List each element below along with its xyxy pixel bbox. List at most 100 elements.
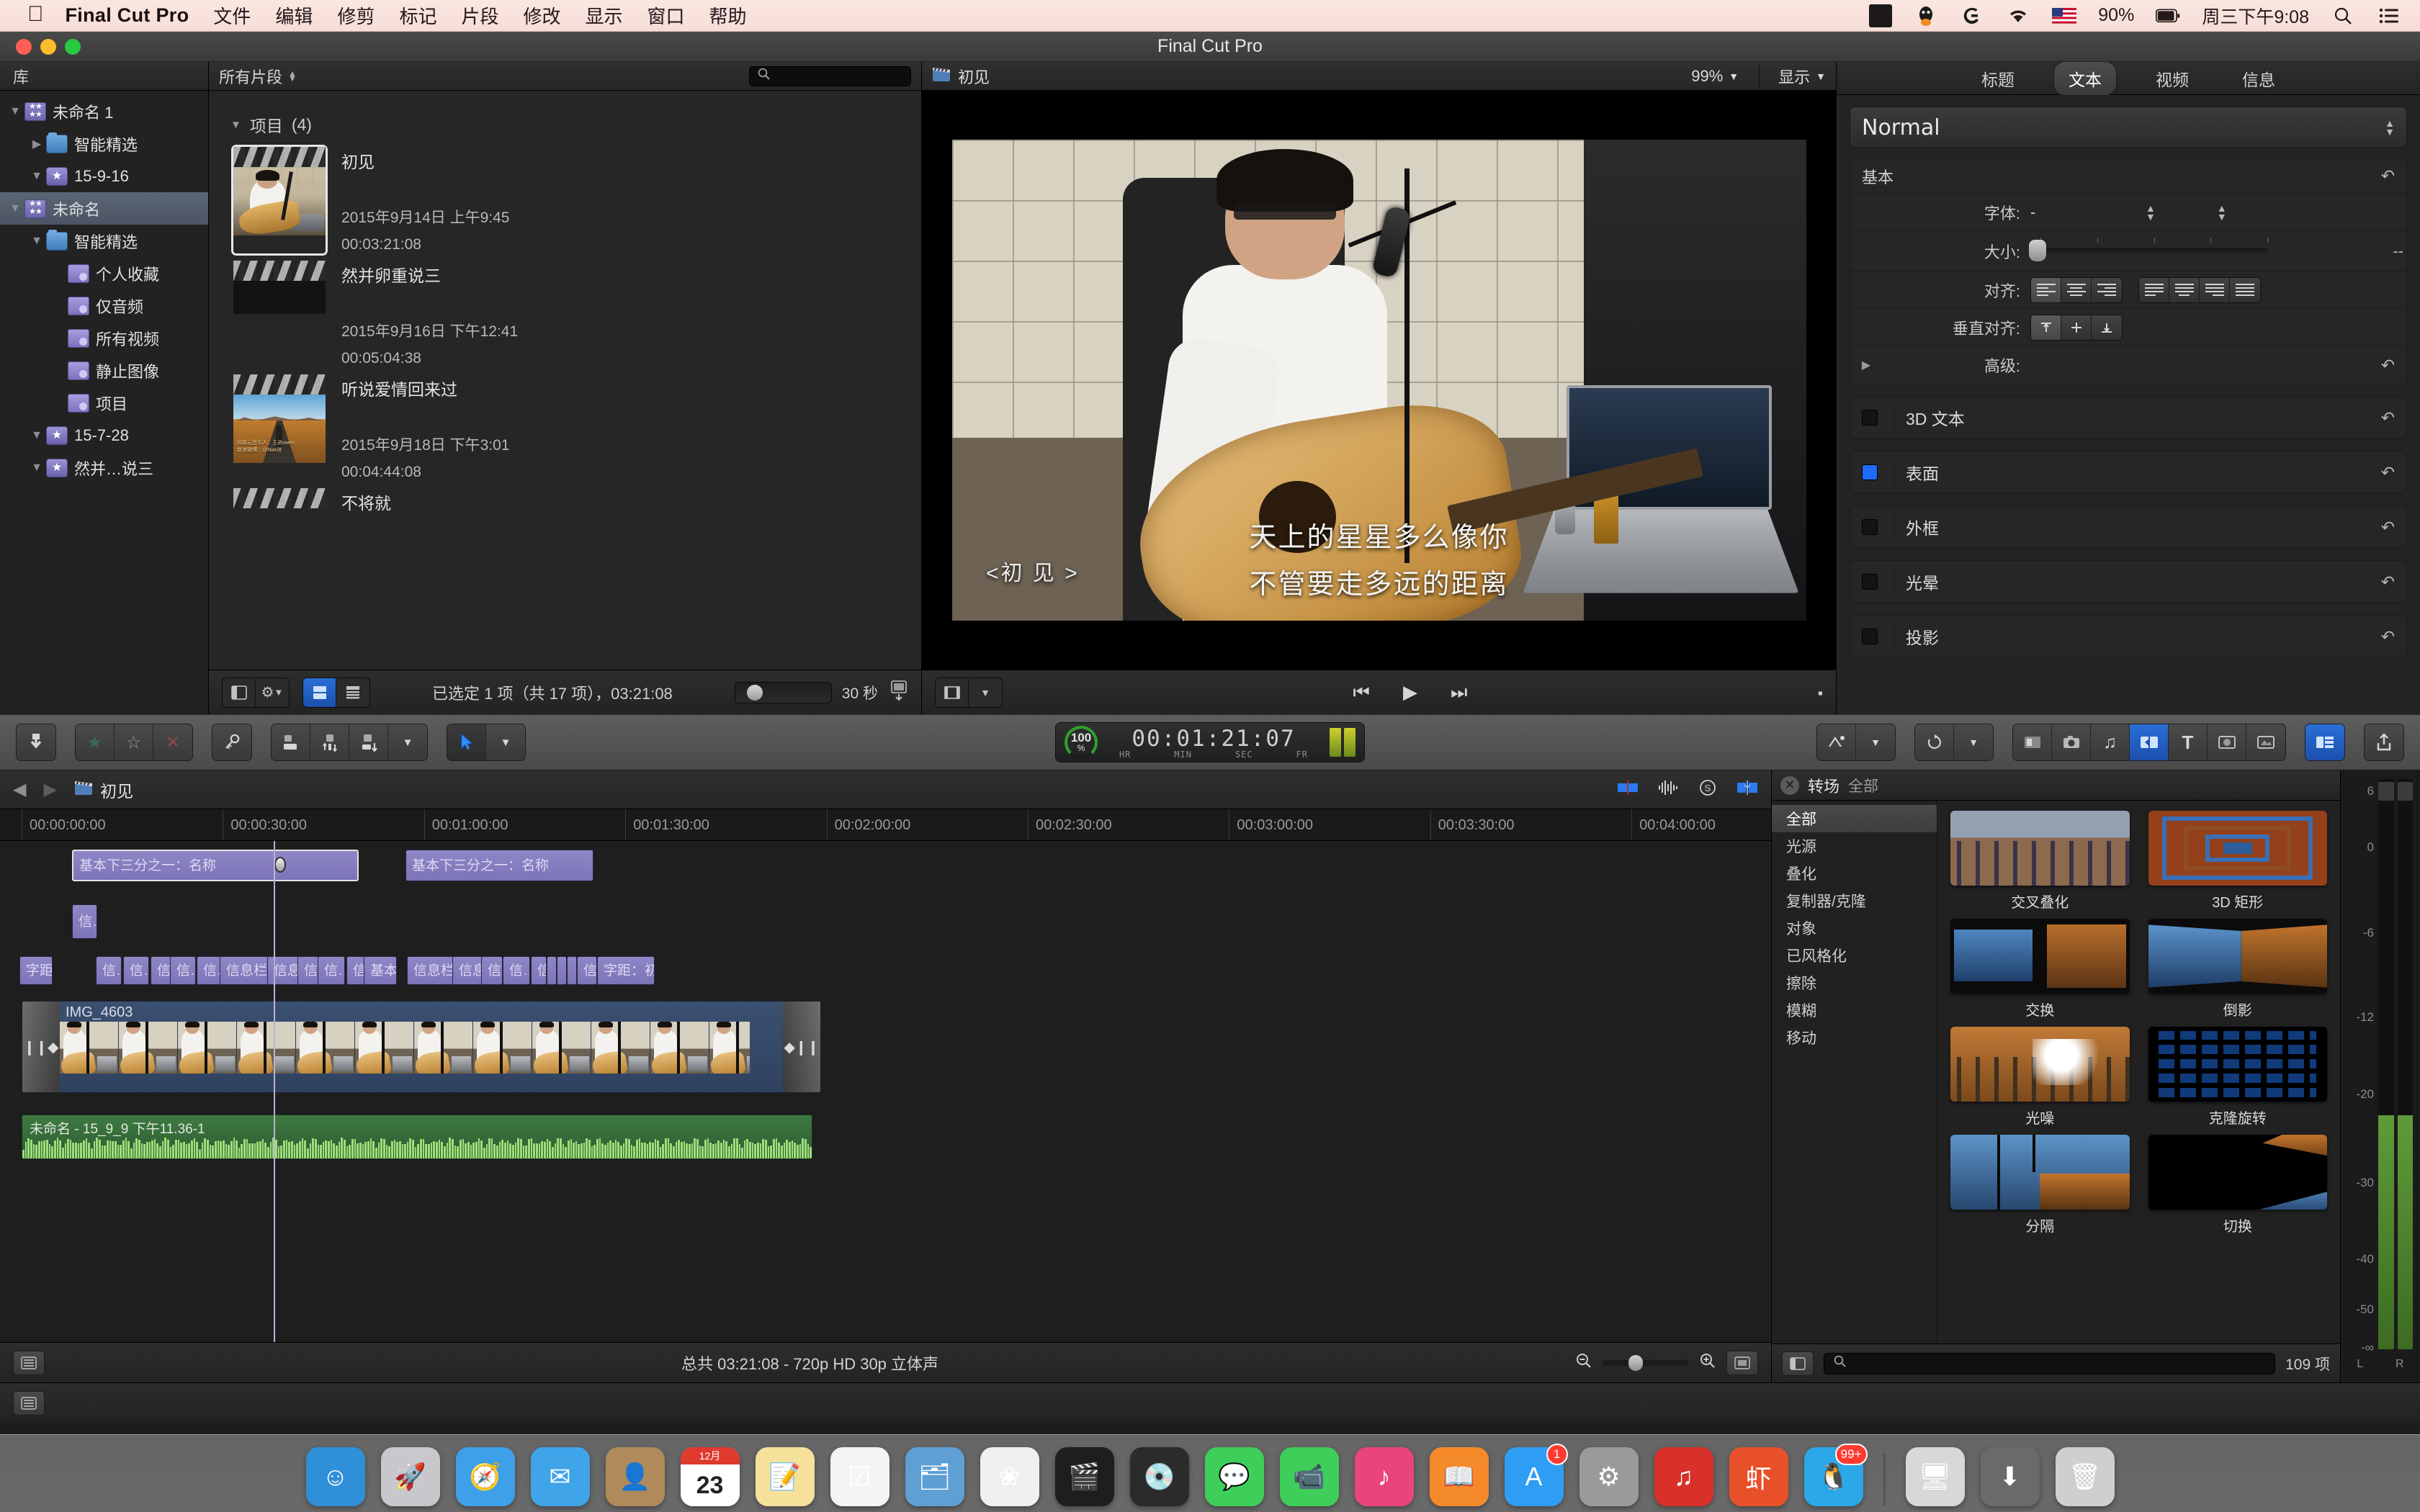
dock-item-downloads[interactable]: ⬇ — [1980, 1447, 2040, 1506]
reset-arrow-icon[interactable]: ↶ — [2381, 518, 2395, 537]
battery-icon[interactable] — [2156, 4, 2180, 28]
clip-thumbnail[interactable]: 网易云音乐人：王进owen 新浪微博：@Niar进 — [233, 374, 326, 481]
filmstrip-view-icon[interactable] — [303, 678, 336, 707]
inspector-tab-1[interactable]: 文本 — [2053, 60, 2117, 96]
forward-arrow-icon[interactable]: ▶ — [43, 779, 56, 800]
libraries-tree[interactable]: ▼ ★★ ★★ 未命名 1 ▶ 智能精选 ▼ ★ 15-9-16 ▼ ★★ ★★ 未命名 ▼ 智能精选 个人收… — [0, 91, 208, 714]
transition-item-3[interactable]: 倒影 — [2148, 919, 2327, 1020]
reset-arrow-icon[interactable]: ↶ — [2381, 572, 2395, 592]
align-left-icon[interactable] — [2031, 277, 2061, 302]
clip-filter-popup[interactable]: 所有片段 ▲ ▼ — [219, 65, 297, 88]
transition-thumbnail[interactable] — [2148, 919, 2327, 994]
timeline-title-clip[interactable]: 信息… — [267, 956, 300, 985]
enhancements-menu-icon[interactable]: ▼ — [1954, 724, 1993, 760]
snapping-icon[interactable] — [1736, 779, 1758, 800]
transition-category-1[interactable]: 光源 — [1772, 832, 1937, 860]
browser-view-buttons-left[interactable]: ⚙ ▼ — [222, 677, 290, 708]
justification-segments[interactable] — [2138, 276, 2261, 303]
menubar-clock[interactable]: 周三下午9:08 — [2202, 3, 2309, 29]
browser-group-header[interactable]: ▼ 项目 (4) — [230, 112, 921, 137]
transition-thumbnail[interactable] — [1950, 919, 2130, 994]
transition-thumbnail[interactable] — [1950, 811, 2130, 886]
inspector-tab-3[interactable]: 信息 — [2228, 62, 2290, 95]
media-browsers-group[interactable]: ♫ T — [2012, 724, 2286, 761]
dock-item-messages[interactable]: 💬 — [1204, 1447, 1264, 1506]
dock-item-qq[interactable]: 🐧 99+ — [1803, 1444, 1868, 1506]
timeline-index-group[interactable] — [2305, 724, 2345, 761]
menu-item-edit[interactable]: 编辑 — [275, 2, 313, 29]
close-window-button[interactable] — [16, 38, 32, 55]
transition-item-5[interactable]: 克隆旋转 — [2148, 1027, 2327, 1128]
timeline-title-clip[interactable]: 信… — [197, 956, 223, 985]
timeline-zoom-slider[interactable] — [1603, 1354, 1689, 1371]
inspector-tab-2[interactable]: 视频 — [2141, 62, 2203, 95]
timeline-title-clip[interactable]: 字距：初见 — [597, 956, 655, 985]
library-item-8[interactable]: 静止图像 — [0, 354, 208, 387]
sidebar-toggle-icon[interactable] — [223, 678, 256, 707]
valign-top-icon[interactable] — [2031, 315, 2061, 340]
overwrite-menu-icon[interactable]: ▼ — [388, 724, 427, 760]
library-item-9[interactable]: 项目 — [0, 387, 208, 419]
browser-clip-row[interactable]: 网易云音乐人：王进owen 新浪微博：@Niar进 听说爱情回来过 2015年9月18… — [218, 374, 921, 481]
viewer-zoom-popup[interactable]: 99% ▼ — [1691, 67, 1739, 86]
keyframe-marker[interactable] — [274, 857, 286, 873]
clip-thumbnail[interactable] — [233, 261, 326, 367]
us-flag-icon[interactable] — [2052, 4, 2077, 28]
library-item-1[interactable]: ▶ 智能精选 — [0, 127, 208, 160]
toggle-checkbox[interactable] — [1862, 410, 1878, 426]
import-media-icon[interactable] — [17, 724, 55, 760]
timeline-playhead[interactable] — [274, 841, 275, 1342]
vertical-alignment-segments[interactable] — [2030, 314, 2123, 341]
transition-item-7[interactable]: 切换 — [2148, 1135, 2327, 1236]
timeline-title-clip[interactable]: 信… — [531, 956, 547, 985]
clip-appearance-icon[interactable] — [889, 680, 908, 705]
favorite-star-icon[interactable]: ★ — [76, 724, 115, 760]
crop-icon[interactable] — [936, 678, 969, 707]
transition-item-4[interactable]: 光噪 — [1950, 1027, 2130, 1128]
retime-icon[interactable] — [1817, 724, 1856, 760]
transition-thumbnail[interactable] — [2148, 1027, 2327, 1102]
font-family-stepper[interactable]: ▲ ▼ — [2146, 203, 2156, 222]
dock-item-itunes[interactable]: ♪ — [1354, 1447, 1414, 1506]
reject-x-icon[interactable]: ✕ — [153, 724, 192, 760]
titles-icon[interactable]: T — [2169, 724, 2208, 760]
effects-browser-icon[interactable] — [2013, 724, 2052, 760]
dock-item-safari[interactable]: 🧭 — [455, 1447, 515, 1506]
timeline-title-clip[interactable]: 信… — [96, 956, 122, 985]
timeline-ruler[interactable]: 00:00:00:00 00:00:30:00 00:01:00:00 00:01:3… — [0, 809, 1771, 841]
timeline-index-icon[interactable] — [13, 1350, 45, 1375]
toggle-checkbox[interactable] — [1862, 574, 1878, 590]
rating-group[interactable]: ★ ☆ ✕ — [75, 724, 193, 761]
timeline-audio-clip[interactable]: 未命名 - 15_9_9 下午11.36-1 — [22, 1115, 812, 1159]
size-row[interactable]: 大小: -- — [1850, 231, 2406, 271]
notification-center-icon[interactable] — [2377, 4, 2401, 28]
font-style-stepper[interactable]: ▲ ▼ — [2217, 203, 2227, 222]
dock-item-launchpad[interactable]: 🚀 — [380, 1447, 440, 1506]
transition-thumbnail[interactable] — [2148, 811, 2327, 886]
align-right-icon[interactable] — [2092, 277, 2122, 302]
transition-item-0[interactable]: 交叉叠化 — [1950, 811, 2130, 912]
toggle-checkbox[interactable] — [1862, 629, 1878, 644]
timeline-title-clip[interactable] — [547, 956, 557, 985]
generators-icon[interactable] — [2208, 724, 2246, 760]
timeline-zoom-controls[interactable] — [1575, 1350, 1758, 1375]
timeline-title-clip[interactable]: 字距… — [19, 956, 53, 985]
transition-category-6[interactable]: 擦除 — [1772, 969, 1937, 996]
library-item-10[interactable]: ▼ ★ 15-7-28 — [0, 419, 208, 451]
zoom-out-icon[interactable] — [1575, 1352, 1592, 1374]
tool-menu-icon[interactable]: ▼ — [486, 724, 525, 760]
transition-item-1[interactable]: 3D 矩形 — [2148, 811, 2327, 912]
viewer-crop-group[interactable]: ▼ — [935, 677, 1003, 708]
dock-item-facetime[interactable]: 📹 — [1279, 1447, 1339, 1506]
dock-item-netease-music[interactable]: ♫ — [1654, 1447, 1713, 1506]
transition-thumbnail[interactable] — [1950, 1135, 2130, 1210]
align-center-icon[interactable] — [2061, 277, 2092, 302]
photos-icon[interactable] — [2052, 724, 2091, 760]
text-style-popup[interactable]: Normal ▲ ▼ — [1850, 107, 2407, 148]
timecode-dashboard[interactable]: 100 % 00:01:21:07 HR MIN SEC FR — [1055, 722, 1365, 762]
retime-enhance-group[interactable]: ▼ — [1816, 724, 1896, 761]
zoom-in-icon[interactable] — [1699, 1352, 1716, 1374]
transition-category-8[interactable]: 移动 — [1772, 1024, 1937, 1051]
timeline-title-clip[interactable]: 信… — [123, 956, 149, 985]
disclosure-triangle-icon[interactable]: ▼ — [27, 429, 46, 442]
